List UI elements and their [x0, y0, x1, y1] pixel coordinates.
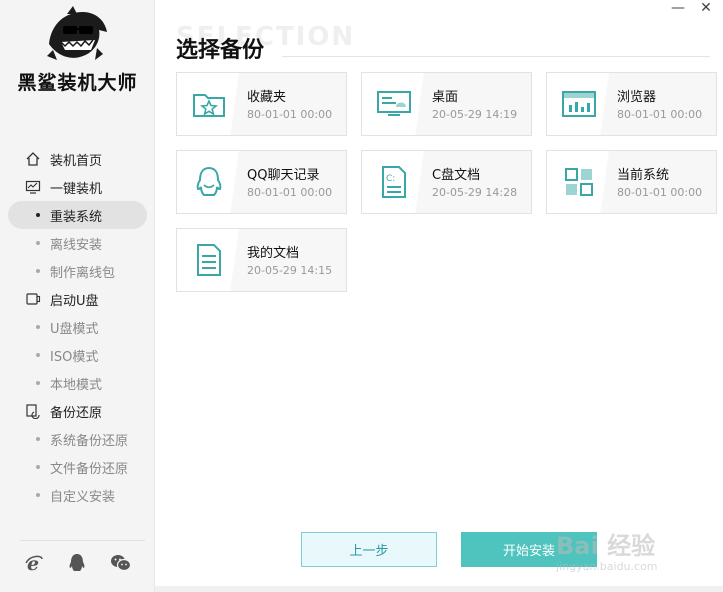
sidebar-item-label: 重装系统: [50, 209, 103, 225]
home-icon: [24, 150, 42, 168]
card-title: C盘文档: [432, 168, 481, 183]
sidebar-group-backup[interactable]: 备份还原: [0, 397, 155, 425]
c-drive-document-icon: C:: [374, 165, 414, 199]
usb-icon: [24, 290, 42, 308]
card-date: 80-01-01 00:00: [247, 186, 333, 199]
sidebar-group-label: 一键装机: [50, 181, 103, 197]
card-title: 当前系统: [617, 168, 670, 183]
card-title: QQ聊天记录: [247, 168, 320, 183]
sidebar-item-label: 系统备份还原: [50, 433, 129, 449]
sidebar-item-local-mode[interactable]: 本地模式: [0, 369, 155, 397]
sidebar-item-label: 制作离线包: [50, 265, 116, 281]
sidebar-group-home[interactable]: 装机首页: [0, 145, 155, 173]
backup-card-c-drive-docs[interactable]: C: C盘文档 20-05-29 14:28: [361, 150, 532, 214]
sidebar-item-usb-mode[interactable]: U盘模式: [0, 313, 155, 341]
sidebar-item-label: 文件备份还原: [50, 461, 129, 477]
svg-text:C:: C:: [386, 174, 395, 184]
qq-chat-icon: [189, 165, 229, 199]
card-date: 80-01-01 00:00: [617, 108, 703, 121]
card-date: 80-01-01 00:00: [617, 186, 703, 199]
backup-icon: [24, 402, 42, 420]
sidebar-item-custom-install[interactable]: 自定义安装: [0, 481, 155, 509]
bullet-dot: [36, 437, 40, 441]
card-date: 20-05-29 14:28: [432, 186, 518, 199]
card-date: 80-01-01 00:00: [247, 108, 333, 121]
start-install-button[interactable]: 开始安装: [461, 532, 597, 567]
title-divider: [282, 56, 710, 57]
previous-step-button[interactable]: 上一步: [301, 532, 437, 567]
bullet-dot: [36, 241, 40, 245]
card-date: 20-05-29 14:15: [247, 264, 333, 277]
close-button[interactable]: ✕: [699, 0, 713, 16]
sidebar-item-label: 本地模式: [50, 377, 103, 393]
backup-card-favorites[interactable]: 收藏夹 80-01-01 00:00: [176, 72, 347, 136]
backup-card-current-system[interactable]: 当前系统 80-01-01 00:00: [546, 150, 717, 214]
brand-name: 黑鲨装机大师: [17, 72, 138, 94]
sidebar-group-label: 启动U盘: [50, 293, 99, 309]
sidebar-item-make-offline-pack[interactable]: 制作离线包: [0, 257, 155, 285]
bullet-dot: [36, 353, 40, 357]
sidebar-group-label: 装机首页: [50, 153, 103, 169]
card-date: 20-05-29 14:19: [432, 108, 518, 121]
sidebar-item-label: 离线安装: [50, 237, 103, 253]
page-title: 选择备份: [176, 38, 265, 63]
sidebar-item-label: U盘模式: [50, 321, 99, 337]
sidebar-item-system-backup[interactable]: 系统备份还原: [0, 425, 155, 453]
sidebar-group-usb[interactable]: 启动U盘: [0, 285, 155, 313]
sidebar-item-label: 自定义安装: [50, 489, 116, 505]
bullet-dot: [36, 325, 40, 329]
backup-card-qq-chat[interactable]: QQ聊天记录 80-01-01 00:00: [176, 150, 347, 214]
backup-card-browser[interactable]: 浏览器 80-01-01 00:00: [546, 72, 717, 136]
window-controls: — ✕: [671, 0, 713, 16]
card-title: 浏览器: [617, 90, 657, 105]
sidebar-nav: 装机首页 一键装机 重装系统 离线安装 制作离线包 启动U盘 U盘模式 ISO模…: [0, 145, 155, 509]
desktop-icon: [374, 87, 414, 121]
wechat-icon[interactable]: [110, 552, 132, 574]
bullet-dot: [36, 493, 40, 497]
sidebar-item-file-backup[interactable]: 文件备份还原: [0, 453, 155, 481]
my-documents-icon: [189, 243, 229, 277]
ie-browser-icon[interactable]: e: [23, 552, 45, 574]
qq-icon[interactable]: [66, 552, 88, 574]
card-title: 我的文档: [247, 246, 300, 261]
monitor-icon: [24, 178, 42, 196]
system-grid-icon: [559, 165, 599, 199]
bullet-dot: [36, 213, 40, 217]
backup-card-desktop[interactable]: 桌面 20-05-29 14:19: [361, 72, 532, 136]
social-links: e: [0, 552, 155, 574]
favorites-folder-icon: [189, 87, 229, 121]
bullet-dot: [36, 381, 40, 385]
sidebar: 黑鲨装机大师 装机首页 一键装机 重装系统 离线安装 制作离线包 启动U盘 U盘…: [0, 0, 155, 592]
sidebar-divider: [20, 540, 145, 541]
bottom-bar: [155, 586, 723, 592]
minimize-button[interactable]: —: [671, 0, 685, 16]
browser-icon: [559, 87, 599, 121]
sidebar-group-oneclick[interactable]: 一键装机: [0, 173, 155, 201]
sidebar-item-reinstall[interactable]: 重装系统: [8, 201, 147, 229]
card-title: 收藏夹: [247, 90, 287, 105]
backup-card-my-documents[interactable]: 我的文档 20-05-29 14:15: [176, 228, 347, 292]
sidebar-item-offline-install[interactable]: 离线安装: [0, 229, 155, 257]
bullet-dot: [36, 269, 40, 273]
bullet-dot: [36, 465, 40, 469]
card-title: 桌面: [432, 90, 459, 105]
sidebar-item-label: ISO模式: [50, 349, 99, 365]
sidebar-group-label: 备份还原: [50, 405, 103, 421]
sidebar-item-iso-mode[interactable]: ISO模式: [0, 341, 155, 369]
